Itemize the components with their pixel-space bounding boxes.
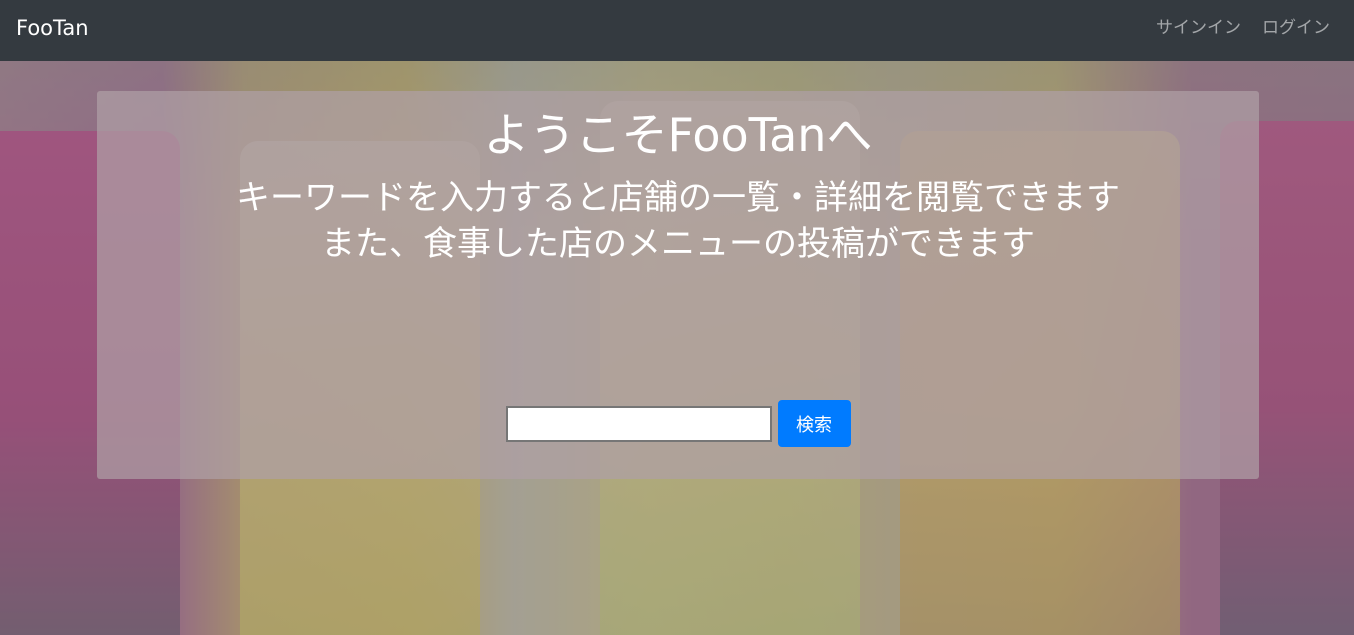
signin-link[interactable]: サインイン [1156, 16, 1241, 40]
subtitle-line-1: キーワードを入力すると店舗の一覧・詳細を閲覧できます [236, 178, 1120, 218]
login-link[interactable]: ログイン [1262, 16, 1330, 40]
welcome-title: ようこそFooTanへ [483, 108, 873, 162]
brand-link[interactable]: FooTan [16, 14, 89, 42]
top-navbar: FooTan サインイン ログイン [0, 0, 1354, 61]
search-form: 検索 [97, 400, 1259, 447]
welcome-jumbotron: ようこそFooTanへ キーワードを入力すると店舗の一覧・詳細を閲覧できます ま… [97, 91, 1259, 479]
subtitle-line-2: また、食事した店のメニューの投稿ができます [321, 224, 1035, 264]
hero-section: ようこそFooTanへ キーワードを入力すると店舗の一覧・詳細を閲覧できます ま… [0, 61, 1354, 635]
nav-links: サインイン ログイン [1156, 16, 1330, 40]
welcome-subtitle: キーワードを入力すると店舗の一覧・詳細を閲覧できます また、食事した店のメニュー… [97, 175, 1259, 267]
search-button[interactable]: 検索 [777, 400, 851, 447]
search-input[interactable] [505, 405, 772, 442]
